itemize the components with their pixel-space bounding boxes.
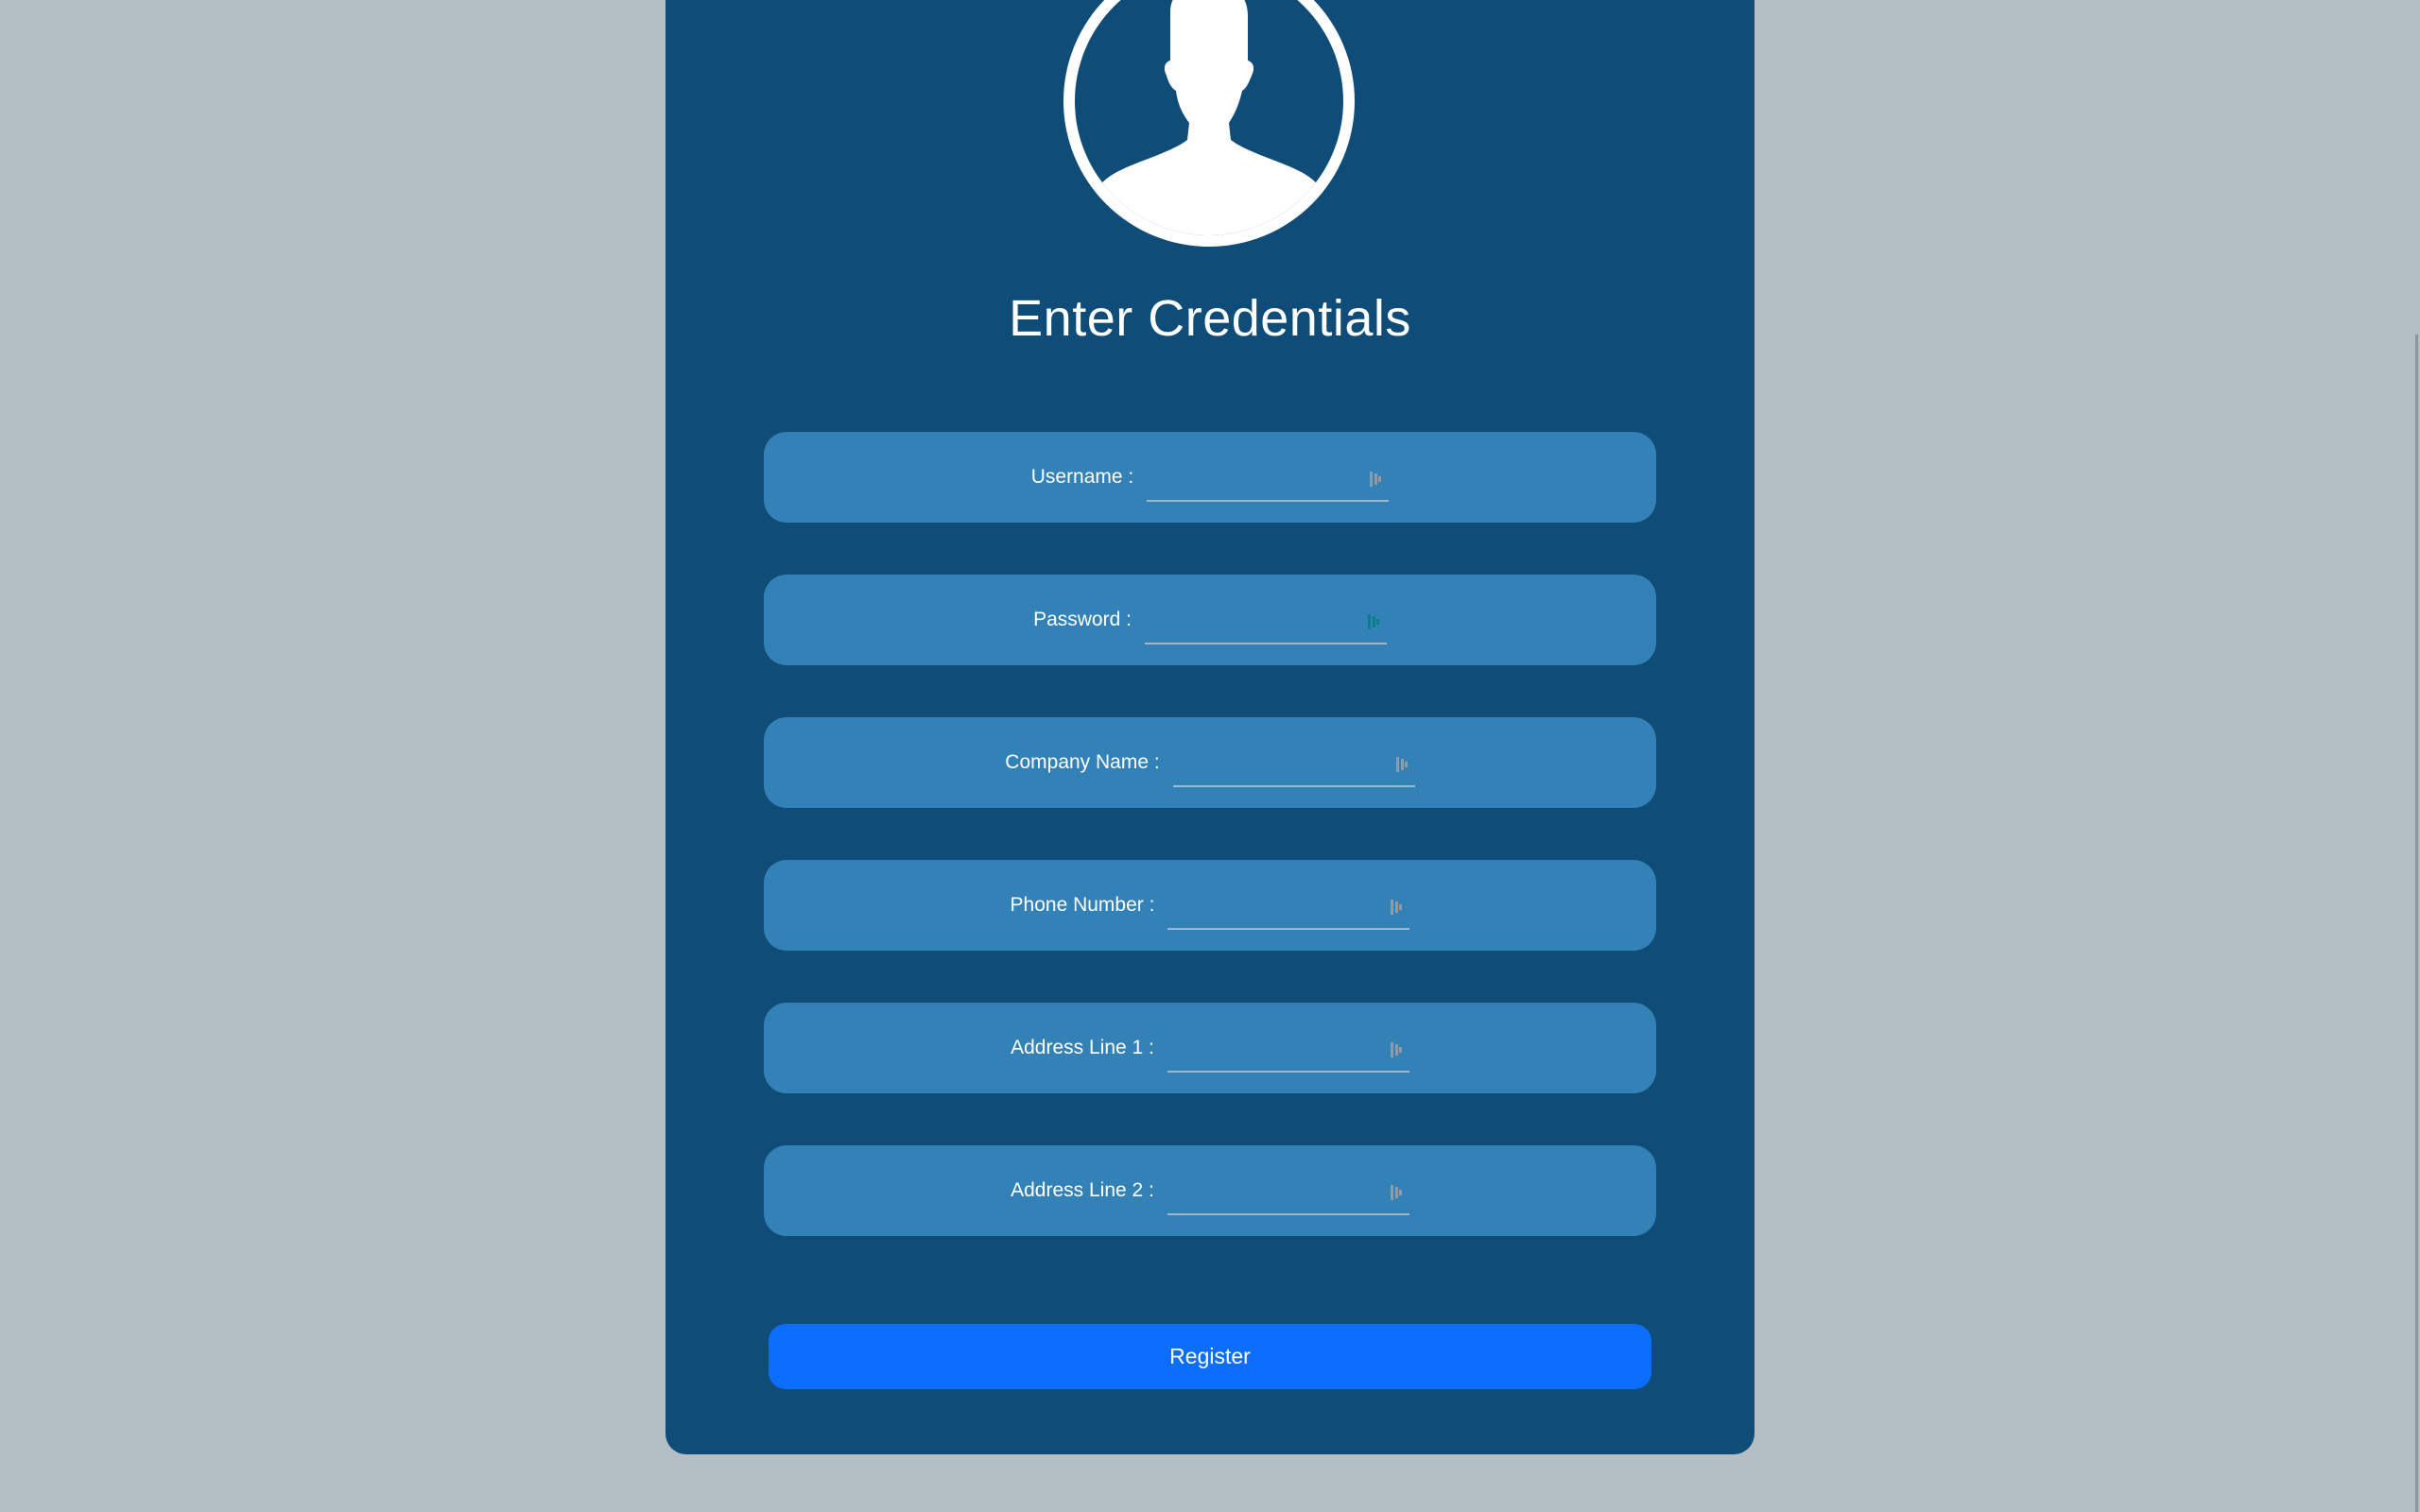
user-silhouette-icon bbox=[1059, 0, 1359, 257]
username-field-wrap bbox=[1147, 462, 1390, 502]
address-line-1-label: Address Line 1 : bbox=[1011, 1037, 1154, 1058]
scrollbar-thumb[interactable] bbox=[2415, 335, 2418, 1512]
company-name-row: Company Name : bbox=[764, 717, 1656, 808]
phone-number-label: Phone Number : bbox=[1010, 894, 1155, 916]
password-field-wrap bbox=[1144, 605, 1387, 644]
key-icon[interactable] bbox=[1389, 899, 1404, 916]
key-icon[interactable] bbox=[1389, 1184, 1404, 1201]
phone-number-row: Phone Number : bbox=[764, 860, 1656, 951]
company-name-label: Company Name : bbox=[1005, 751, 1160, 773]
address-line-1-field-wrap bbox=[1167, 1033, 1409, 1073]
company-name-field-wrap bbox=[1172, 747, 1415, 787]
username-row: Username : bbox=[764, 432, 1656, 523]
key-icon[interactable] bbox=[1394, 756, 1409, 773]
register-button[interactable]: Register bbox=[769, 1324, 1651, 1389]
key-icon[interactable] bbox=[1366, 613, 1381, 630]
scrollbar[interactable] bbox=[2412, 0, 2420, 1512]
address-line-2-row: Address Line 2 : bbox=[764, 1145, 1656, 1236]
key-icon[interactable] bbox=[1368, 471, 1383, 488]
page: Enter Credentials Username : Password : … bbox=[0, 0, 2420, 1512]
page-title: Enter Credentials bbox=[1009, 290, 1411, 347]
username-label: Username : bbox=[1030, 466, 1134, 488]
username-input[interactable] bbox=[1147, 462, 1390, 500]
address-line-1-input[interactable] bbox=[1167, 1033, 1409, 1071]
address-line-2-field-wrap bbox=[1167, 1176, 1409, 1215]
company-name-input[interactable] bbox=[1172, 747, 1415, 785]
phone-number-input[interactable] bbox=[1167, 890, 1410, 928]
password-input[interactable] bbox=[1144, 605, 1387, 643]
key-icon[interactable] bbox=[1389, 1041, 1404, 1058]
address-line-2-label: Address Line 2 : bbox=[1011, 1179, 1154, 1201]
address-line-1-row: Address Line 1 : bbox=[764, 1003, 1656, 1093]
registration-card: Enter Credentials Username : Password : … bbox=[666, 0, 1754, 1454]
password-label: Password : bbox=[1033, 609, 1132, 630]
phone-number-field-wrap bbox=[1167, 890, 1410, 930]
address-line-2-input[interactable] bbox=[1167, 1176, 1409, 1213]
password-row: Password : bbox=[764, 575, 1656, 665]
